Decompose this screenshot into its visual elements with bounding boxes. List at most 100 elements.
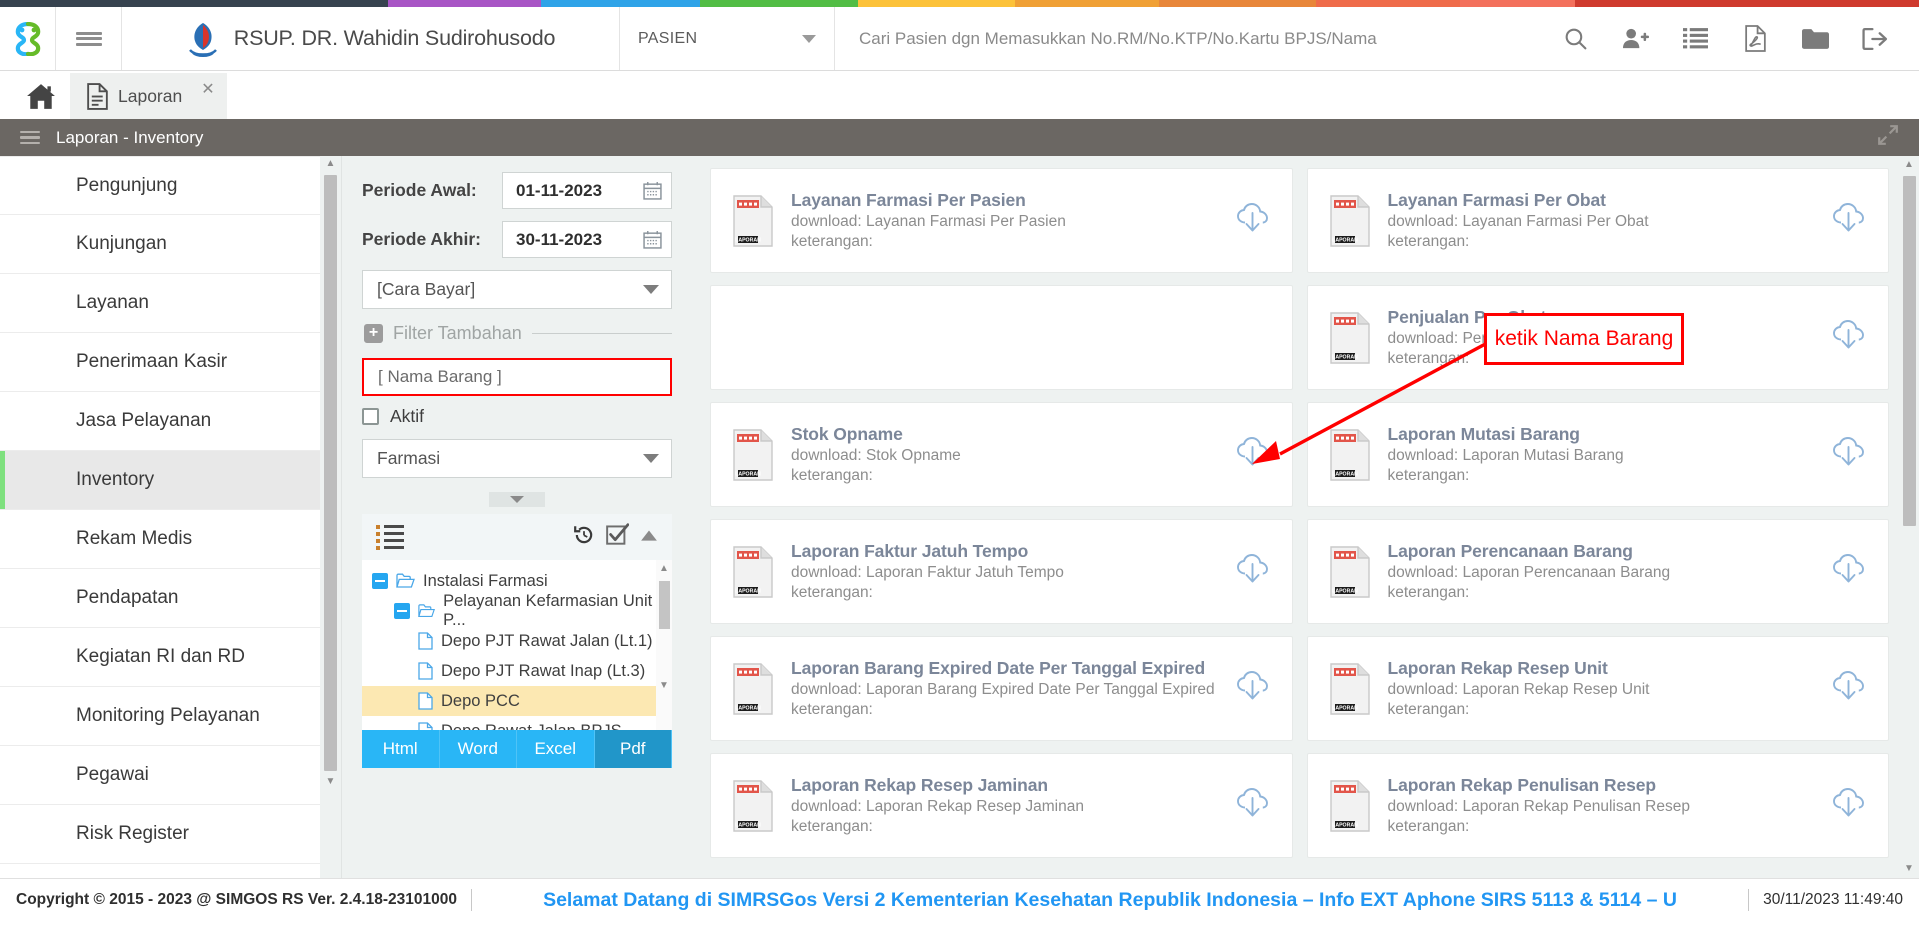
app-footer: Copyright © 2015 - 2023 @ SIMGOS RS Ver.… [0,878,1919,921]
report-card[interactable]: LAPORANStok Opnamedownload: Stok Opnamek… [710,402,1293,507]
calendar-icon[interactable] [643,181,662,200]
tree-node-label: Depo PJT Rawat Inap (Lt.3) [441,662,645,681]
history-undo-icon[interactable] [573,524,595,551]
scroll-up-icon[interactable]: ▲ [326,159,336,169]
plus-square-icon[interactable]: + [364,324,383,343]
unit-select[interactable]: Farmasi [362,439,672,478]
sidebar-item-pengunjung[interactable]: Pengunjung [0,156,320,215]
report-card[interactable]: LAPORANLaporan Rekap Resep Jaminandownlo… [710,753,1293,858]
report-card[interactable]: LAPORANLaporan Faktur Jatuh Tempodownloa… [710,519,1293,624]
logout-icon[interactable] [1845,7,1905,71]
sidebar-scrollbar[interactable]: ▲ ▼ [320,156,342,878]
expand-arrows-icon[interactable] [1877,124,1905,151]
checkbox-checked-icon[interactable] [606,523,629,551]
list-bullets-icon[interactable] [376,522,404,553]
panel-collapse-handle[interactable] [489,492,545,507]
periode-awal-field[interactable]: 01-11-2023 [502,172,672,209]
cara-bayar-select[interactable]: [Cara Bayar] [362,270,672,309]
cloud-download-icon[interactable] [1832,320,1866,356]
scrollbar-thumb[interactable] [324,175,337,771]
report-card-text: Laporan Faktur Jatuh Tempodownload: Lapo… [791,541,1236,602]
report-card[interactable]: LAPORANLaporan Barang Expired Date Per T… [710,636,1293,741]
copyright-text: Copyright © 2015 - 2023 @ SIMGOS RS Ver.… [16,891,457,909]
aktif-checkbox[interactable] [362,408,379,425]
sidebar-item-jasa-pelayanan[interactable]: Jasa Pelayanan [0,392,320,451]
app-logo[interactable] [0,7,56,70]
caret-up-icon[interactable] [640,528,658,547]
sidebar-item-rekam-medis[interactable]: Rekam Medis [0,510,320,569]
scrollbar-thumb[interactable] [1903,176,1916,526]
close-icon[interactable]: ✕ [201,79,214,99]
report-card[interactable]: LAPORANLayanan Farmasi Per Obatdownload:… [1307,168,1890,273]
cloud-download-icon[interactable] [1832,203,1866,239]
cloud-download-icon[interactable] [1832,437,1866,473]
sidebar-item-label: Layanan [76,292,149,314]
report-card[interactable]: LAPORANLaporan Mutasi Barangdownload: La… [1307,402,1890,507]
tree-collapse-minus-icon[interactable] [394,603,410,619]
content-scrollbar[interactable]: ▲ ▼ [1899,156,1919,878]
pdf-file-icon[interactable] [1725,7,1785,71]
report-card[interactable]: LAPORANLaporan Rekap Resep Unitdownload:… [1307,636,1890,741]
laporan-document-icon: LAPORAN [1328,662,1372,716]
periode-akhir-field[interactable]: 30-11-2023 [502,221,672,258]
folder-icon[interactable] [1785,7,1845,71]
export-pdf-button[interactable]: Pdf [595,730,673,768]
cloud-download-icon[interactable] [1832,671,1866,707]
sidebar-item-pegawai[interactable]: Pegawai [0,746,320,805]
aktif-checkbox-row[interactable]: Aktif [362,406,672,427]
calendar-icon[interactable] [643,230,662,249]
add-user-icon[interactable] [1605,7,1665,71]
home-tab-button[interactable] [12,73,70,119]
scroll-up-icon[interactable]: ▲ [1904,160,1914,170]
tree-node[interactable]: Depo Rawat Jalan BPJS [362,716,656,730]
tree-node[interactable]: Depo PJT Rawat Jalan (Lt.1) [362,626,656,656]
search-input[interactable] [857,28,1523,50]
sidebar-item-kegiatan-ri-dan-rd[interactable]: Kegiatan RI dan RD [0,628,320,687]
scrollbar-thumb[interactable] [659,581,670,629]
cloud-download-icon[interactable] [1236,788,1270,824]
menu-toggle-button[interactable] [56,7,122,70]
nama-barang-input[interactable]: [ Nama Barang ] [362,358,672,396]
tree-scrollbar[interactable]: ▲ ▼ [656,560,672,730]
sidebar-item-kunjungan[interactable]: Kunjungan [0,215,320,274]
patient-scope-dropdown[interactable]: PASIEN [620,7,835,70]
report-download-label: download: Laporan Rekap Resep Unit [1388,681,1833,699]
scroll-down-icon[interactable]: ▼ [326,777,336,787]
sidebar-item-pendapatan[interactable]: Pendapatan [0,569,320,628]
aktif-label: Aktif [390,406,424,427]
sidebar-item-monitoring-pelayanan[interactable]: Monitoring Pelayanan [0,687,320,746]
sidebar-item-penerimaan-kasir[interactable]: Penerimaan Kasir [0,333,320,392]
report-card[interactable]: LAPORANLayanan Farmasi Per Pasiendownloa… [710,168,1293,273]
cloud-download-icon[interactable] [1236,437,1270,473]
scroll-down-icon[interactable]: ▼ [1904,864,1914,874]
breadcrumb-menu-icon[interactable] [20,128,40,148]
cloud-download-icon[interactable] [1236,671,1270,707]
scroll-up-icon[interactable]: ▲ [659,564,669,574]
sidebar-item-layanan[interactable]: Layanan [0,274,320,333]
cloud-download-icon[interactable] [1236,554,1270,590]
tree-node[interactable]: Pelayanan Kefarmasian Unit P... [362,596,656,626]
export-word-button[interactable]: Word [440,730,518,768]
tree-node[interactable]: Depo PCC [362,686,656,716]
tab-laporan[interactable]: Laporan ✕ [70,73,227,119]
color-strip-segment-3 [700,0,857,7]
global-search[interactable] [835,7,1545,70]
cloud-download-icon[interactable] [1832,554,1866,590]
sidebar-item-inventory[interactable]: Inventory [0,451,320,510]
svg-text:LAPORAN: LAPORAN [1332,588,1358,594]
report-keterangan-label: keterangan: [1388,818,1833,836]
tree-collapse-minus-icon[interactable] [372,573,388,589]
cloud-download-icon[interactable] [1236,203,1270,239]
periode-awal-label: Periode Awal: [362,180,502,201]
report-card[interactable]: LAPORANLaporan Perencanaan Barangdownloa… [1307,519,1890,624]
scroll-down-icon[interactable]: ▼ [659,681,669,691]
tree-node[interactable]: Depo PJT Rawat Inap (Lt.3) [362,656,656,686]
search-icon[interactable] [1545,7,1605,71]
cloud-download-icon[interactable] [1832,788,1866,824]
export-excel-button[interactable]: Excel [517,730,595,768]
report-download-label: download: Laporan Mutasi Barang [1388,447,1833,465]
list-icon[interactable] [1665,7,1725,71]
sidebar-item-risk-register[interactable]: Risk Register [0,805,320,864]
report-card[interactable]: LAPORANLaporan Rekap Penulisan Resepdown… [1307,753,1890,858]
export-html-button[interactable]: Html [362,730,440,768]
